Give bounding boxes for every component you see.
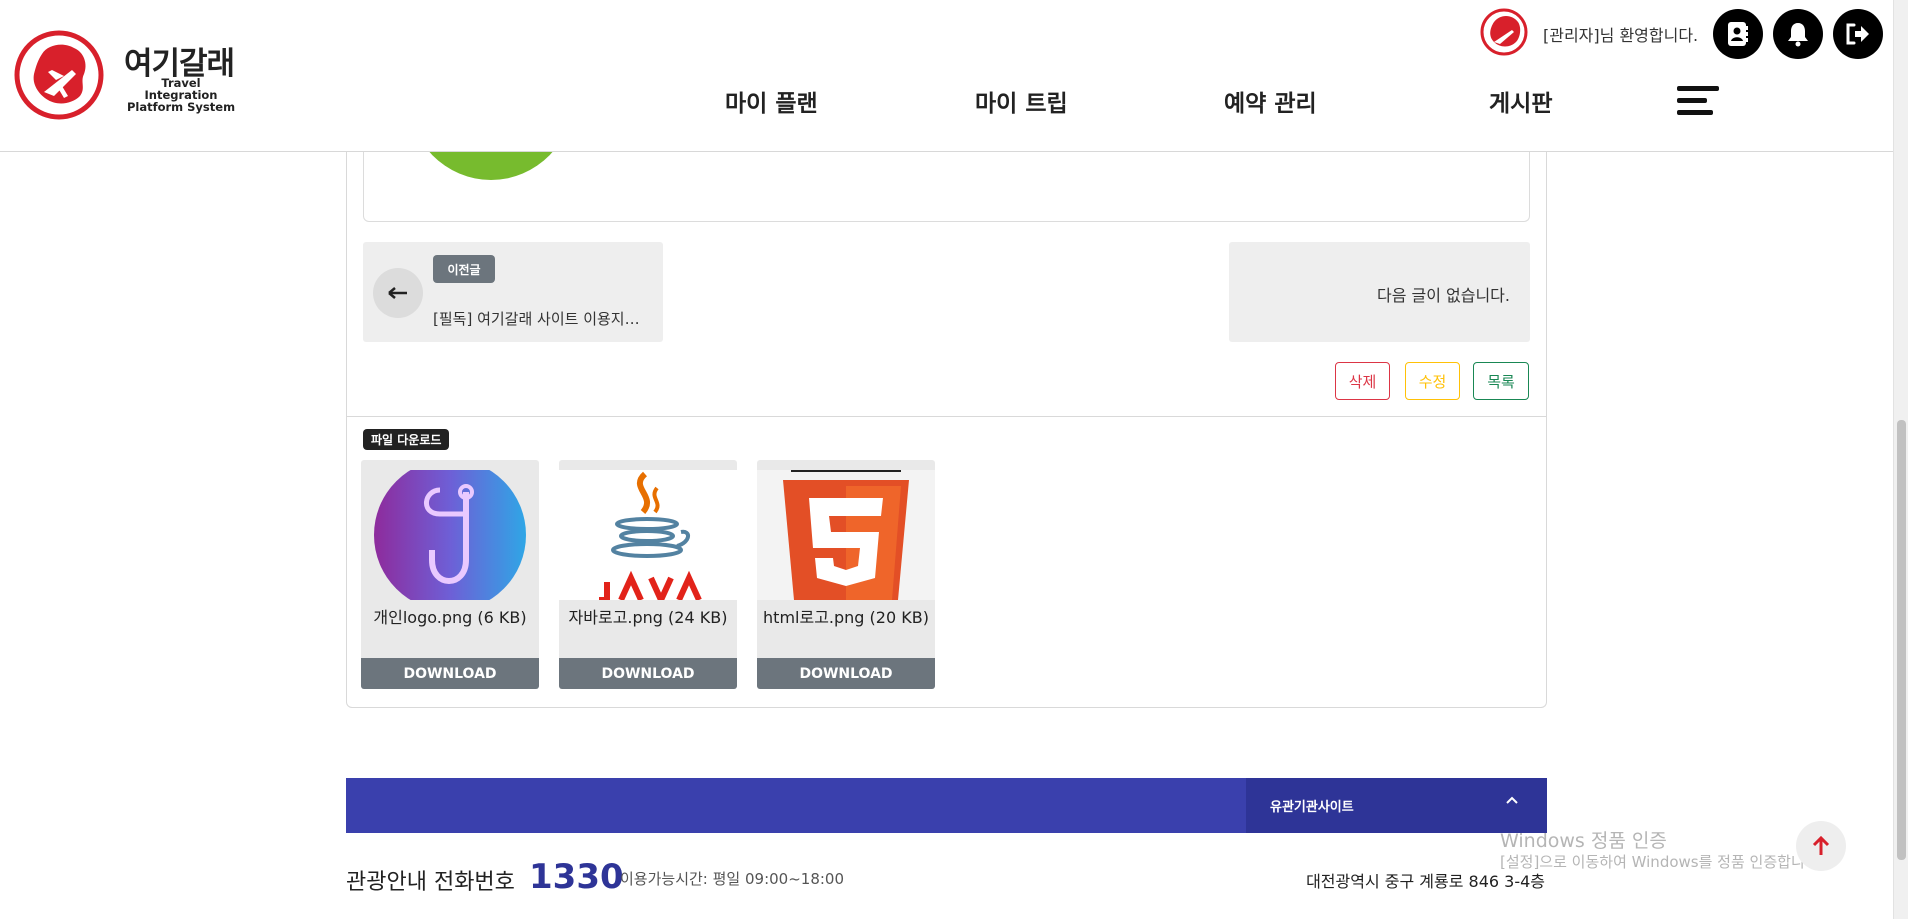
- prev-post-title[interactable]: [필독] 여기갈래 사이트 이용지…: [433, 308, 653, 329]
- nav-board[interactable]: 게시판: [1489, 84, 1552, 118]
- related-sites-dropdown[interactable]: 유관기관사이트: [1246, 778, 1547, 833]
- scroll-to-top-button[interactable]: [1796, 821, 1846, 871]
- next-post-text: 다음 글이 없습니다.: [1376, 286, 1510, 305]
- hamburger-menu-icon[interactable]: [1677, 86, 1719, 116]
- delete-button[interactable]: 삭제: [1335, 362, 1390, 400]
- bell-icon: [1788, 23, 1808, 47]
- edit-button[interactable]: 수정: [1405, 362, 1460, 400]
- prev-post-card[interactable]: 이전글 [필독] 여기갈래 사이트 이용지…: [363, 242, 663, 342]
- prev-arrow-button[interactable]: [373, 268, 423, 318]
- nav-my-plan[interactable]: 마이 플랜: [725, 84, 818, 118]
- download-button[interactable]: DOWNLOAD: [757, 658, 935, 689]
- file-name: 개인logo.png (6 KB): [373, 608, 527, 627]
- service-hours: 이용가능시간: 평일 09:00~18:00: [620, 870, 845, 888]
- file-card: 자바로고.png (24 KB) DOWNLOAD: [559, 460, 737, 689]
- notifications-button[interactable]: [1773, 9, 1823, 59]
- footer-bar: 유관기관사이트: [346, 778, 1547, 833]
- contact-book-button[interactable]: [1713, 9, 1763, 59]
- file-card: 개인logo.png (6 KB) DOWNLOAD: [361, 460, 539, 689]
- page-scrollbar[interactable]: [1893, 0, 1908, 919]
- personal-logo-thumb: [361, 470, 539, 600]
- logout-button[interactable]: [1833, 9, 1883, 59]
- tel-label: 관광안내 전화번호: [346, 870, 515, 895]
- next-post-card: 다음 글이 없습니다.: [1229, 242, 1530, 342]
- arrow-up-icon: [1812, 836, 1830, 855]
- scrollbar-thumb[interactable]: [1897, 420, 1906, 860]
- file-name: 자바로고.png (24 KB): [568, 608, 728, 627]
- windows-activation-text: [설정]으로 이동하여 Windows를 정품 인증합니다.: [1500, 853, 1824, 871]
- brand-subtitle: Travel Integration Platform System: [126, 76, 236, 114]
- html5-logo-thumb: [757, 470, 935, 600]
- windows-activation-title: Windows 정품 인증: [1500, 830, 1667, 852]
- prev-post-badge: 이전글: [433, 255, 495, 283]
- file-download-badge: 파일 다운로드: [363, 429, 450, 450]
- nav-my-trip[interactable]: 마이 트립: [975, 84, 1068, 118]
- post-body: [363, 140, 1530, 222]
- file-card: html로고.png (20 KB) DOWNLOAD: [757, 460, 935, 689]
- download-button[interactable]: DOWNLOAD: [559, 658, 737, 689]
- welcome-message: [관리자]님 환영합니다.: [1543, 26, 1699, 45]
- tel-number: 1330: [529, 857, 624, 897]
- list-button[interactable]: 목록: [1473, 362, 1529, 400]
- chevron-up-icon: [1506, 796, 1518, 804]
- related-sites-label: 유관기관사이트: [1270, 800, 1354, 815]
- section-divider: [347, 416, 1546, 417]
- site-logo-icon[interactable]: [14, 30, 104, 120]
- file-name: html로고.png (20 KB): [763, 608, 929, 627]
- java-logo-thumb: [559, 470, 737, 600]
- logout-icon: [1846, 23, 1869, 45]
- download-button[interactable]: DOWNLOAD: [361, 658, 539, 689]
- site-header: 여기갈래 Travel Integration Platform System …: [0, 0, 1893, 152]
- contact-book-icon: [1728, 22, 1748, 46]
- nav-reservation[interactable]: 예약 관리: [1224, 84, 1317, 118]
- user-avatar-icon: [1480, 8, 1528, 56]
- arrow-left-icon: [388, 287, 407, 299]
